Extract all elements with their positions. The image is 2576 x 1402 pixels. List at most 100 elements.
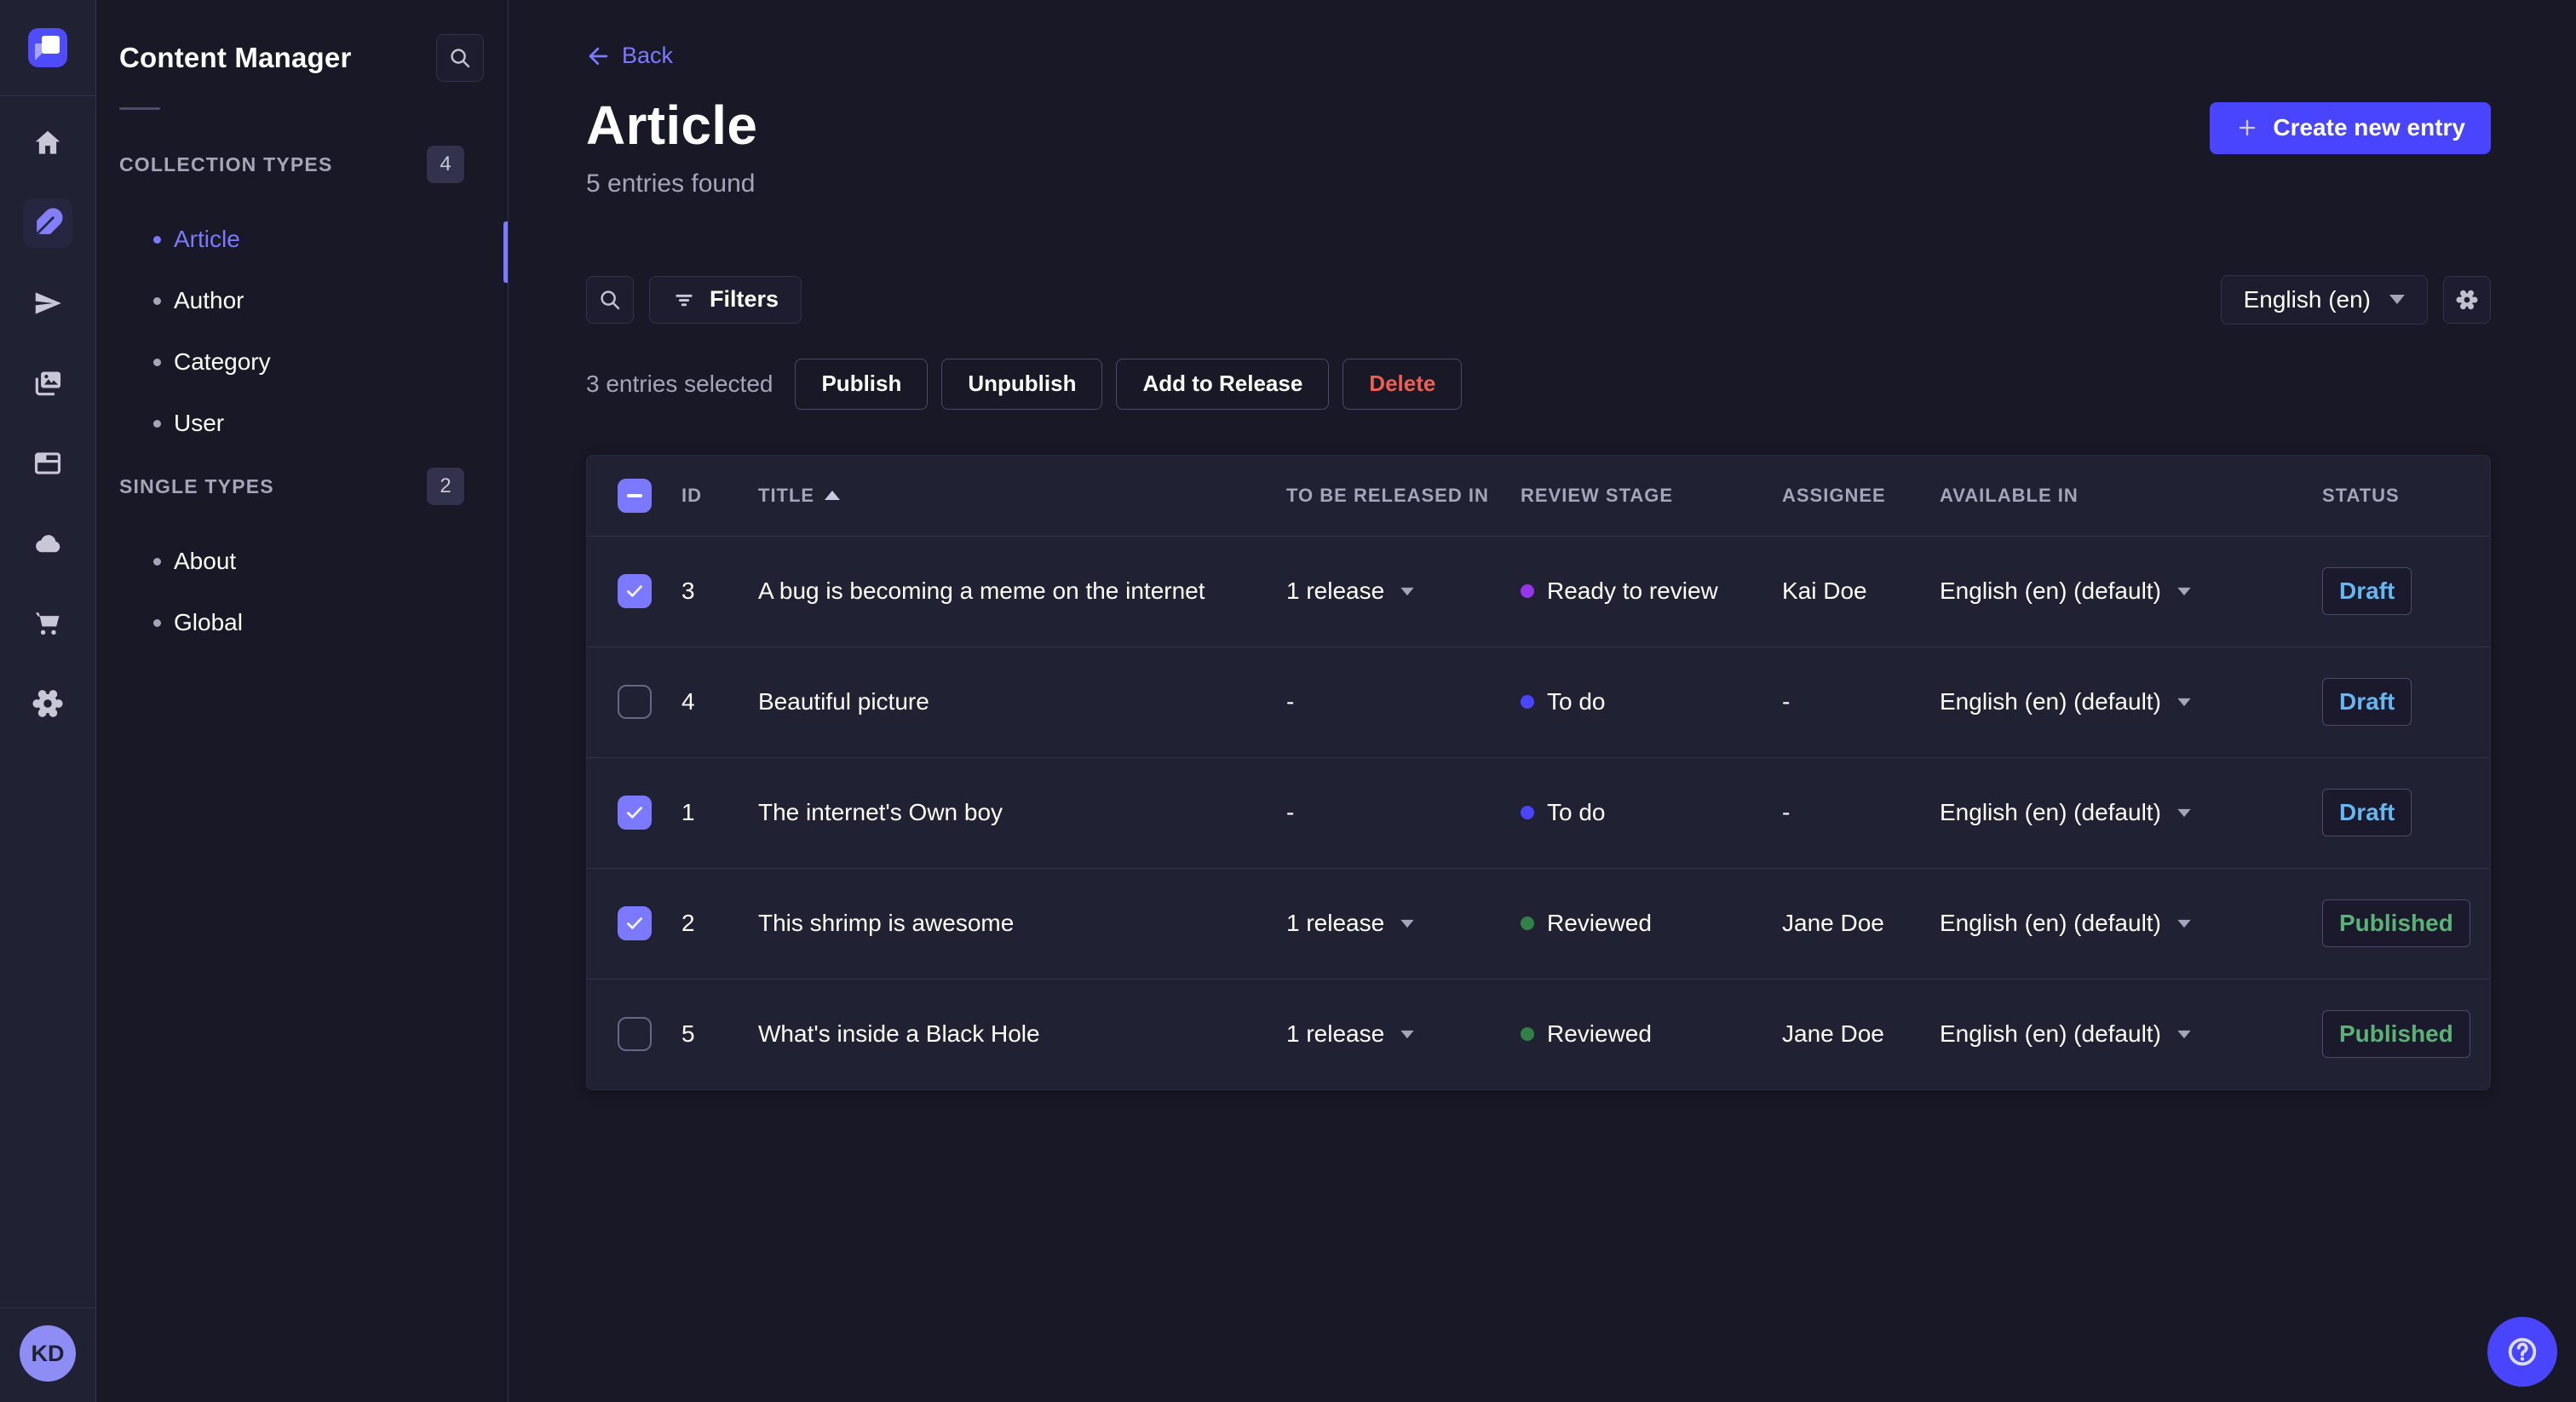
column-header-assignee[interactable]: ASSIGNEE	[1782, 485, 1940, 507]
media-library-icon[interactable]	[23, 359, 72, 408]
release-caret[interactable]	[1400, 919, 1414, 928]
table-row[interactable]: 1 The internet's Own boy - To do - Engli…	[587, 756, 2490, 868]
main-content: Back Article Create new entry 5 entries …	[509, 0, 2576, 1402]
row-release-cell[interactable]: -	[1286, 688, 1521, 715]
subnav-search-button[interactable]	[436, 34, 484, 82]
strapi-logo[interactable]	[0, 0, 95, 96]
subnav-item-article[interactable]: Article	[96, 209, 508, 270]
release-caret[interactable]	[1400, 587, 1414, 595]
content-manager-subnav: Content Manager COLLECTION TYPES 4 Artic…	[96, 0, 509, 1402]
row-available-in-cell[interactable]: English (en) (default)	[1940, 577, 2322, 605]
content-type-builder-icon[interactable]	[23, 439, 72, 488]
table-row[interactable]: 5 What's inside a Black Hole 1 release R…	[587, 978, 2490, 1089]
row-title[interactable]: What's inside a Black Hole	[758, 1020, 1286, 1048]
strapi-logo-icon[interactable]	[28, 28, 67, 67]
row-review-stage: Reviewed	[1547, 910, 1652, 936]
column-header-available-in[interactable]: AVAILABLE IN	[1940, 485, 2322, 507]
filters-button[interactable]: Filters	[649, 275, 802, 324]
column-header-review-stage[interactable]: REVIEW STAGE	[1521, 485, 1782, 507]
delete-button[interactable]: Delete	[1343, 358, 1463, 410]
status-badge: Published	[2322, 1010, 2470, 1058]
subnav-item-author[interactable]: Author	[96, 270, 508, 331]
subnav-item-user[interactable]: User	[96, 393, 508, 454]
row-available-in-cell[interactable]: English (en) (default)	[1940, 1020, 2322, 1048]
bullet-icon	[153, 296, 161, 305]
settings-icon[interactable]	[23, 679, 72, 728]
row-checkbox[interactable]	[618, 685, 652, 719]
section-count-badge: 2	[427, 468, 464, 505]
unpublish-button[interactable]: Unpublish	[941, 358, 1103, 410]
chevron-down-icon	[2389, 295, 2405, 304]
subnav-item-about[interactable]: About	[96, 531, 508, 592]
column-header-to-be-released-in[interactable]: TO BE RELEASED IN	[1286, 485, 1521, 507]
bullet-icon	[153, 419, 161, 428]
available-in-caret[interactable]	[2177, 808, 2191, 817]
select-all-checkbox[interactable]	[618, 478, 652, 513]
sort-asc-icon	[825, 491, 841, 500]
row-title[interactable]: The internet's Own boy	[758, 799, 1286, 826]
table-row[interactable]: 4 Beautiful picture - To do - English (e…	[587, 646, 2490, 757]
table-body: 3 A bug is becoming a meme on the intern…	[587, 535, 2490, 1089]
row-review-stage-cell: Ready to review	[1521, 577, 1782, 605]
row-review-stage: To do	[1547, 688, 1606, 715]
avatar[interactable]: KD	[20, 1325, 76, 1382]
create-new-entry-button[interactable]: Create new entry	[2210, 101, 2491, 154]
table-row[interactable]: 3 A bug is becoming a meme on the intern…	[587, 535, 2490, 646]
row-title[interactable]: A bug is becoming a meme on the internet	[758, 577, 1286, 605]
back-arrow-icon	[589, 47, 608, 65]
available-in-caret[interactable]	[2177, 587, 2191, 595]
question-circle-icon	[2508, 1337, 2537, 1366]
add-to-release-button[interactable]: Add to Release	[1116, 358, 1330, 410]
available-in-caret[interactable]	[2177, 698, 2191, 706]
column-header-title[interactable]: TITLE	[758, 485, 1286, 507]
row-review-stage-cell: Reviewed	[1521, 910, 1782, 937]
marketplace-icon[interactable]	[23, 599, 72, 648]
row-assignee: Jane Doe	[1782, 910, 1884, 936]
column-header-status[interactable]: STATUS	[2322, 485, 2490, 507]
row-checkbox[interactable]	[618, 906, 652, 940]
subnav-item-category[interactable]: Category	[96, 331, 508, 393]
row-available-in: English (en) (default)	[1940, 577, 2161, 604]
section-label: COLLECTION TYPES	[119, 152, 333, 175]
row-title[interactable]: Beautiful picture	[758, 688, 1286, 715]
available-in-caret[interactable]	[2177, 919, 2191, 928]
cloud-icon[interactable]	[23, 519, 72, 568]
subnav-item-label: User	[174, 410, 225, 436]
row-review-stage: To do	[1547, 799, 1606, 825]
row-release-cell[interactable]: 1 release	[1286, 910, 1521, 937]
row-release-cell[interactable]: 1 release	[1286, 1020, 1521, 1048]
back-link[interactable]: Back	[586, 43, 673, 69]
row-checkbox[interactable]	[618, 1017, 652, 1051]
available-in-caret[interactable]	[2177, 1030, 2191, 1038]
stage-dot	[1521, 806, 1534, 819]
row-available-in-cell[interactable]: English (en) (default)	[1940, 910, 2322, 937]
content-manager-icon[interactable]	[23, 198, 72, 248]
row-available-in-cell[interactable]: English (en) (default)	[1940, 799, 2322, 826]
view-settings-button[interactable]	[2443, 275, 2491, 324]
row-release-cell[interactable]: 1 release	[1286, 577, 1521, 605]
list-search-button[interactable]	[586, 275, 634, 324]
releases-icon[interactable]	[23, 279, 72, 328]
filter-icon	[676, 294, 693, 306]
row-assignee: Jane Doe	[1782, 1020, 1884, 1047]
home-icon[interactable]	[23, 118, 72, 168]
row-checkbox[interactable]	[618, 574, 652, 608]
help-button[interactable]	[2487, 1317, 2557, 1387]
row-title[interactable]: This shrimp is awesome	[758, 910, 1286, 937]
row-release-cell[interactable]: -	[1286, 799, 1521, 826]
section-label: SINGLE TYPES	[119, 474, 274, 497]
row-available-in-cell[interactable]: English (en) (default)	[1940, 688, 2322, 715]
bullet-icon	[153, 235, 161, 244]
subnav-item-label: About	[174, 548, 237, 574]
row-checkbox[interactable]	[618, 796, 652, 830]
subnav-list: About Global	[96, 531, 508, 653]
publish-button[interactable]: Publish	[795, 358, 929, 410]
locale-select[interactable]: English (en)	[2220, 274, 2428, 325]
subnav-item-label: Category	[174, 348, 271, 375]
row-available-in: English (en) (default)	[1940, 688, 2161, 715]
table-header-row: ID TITLE TO BE RELEASED IN REVIEW STAGE …	[587, 456, 2490, 536]
subnav-item-global[interactable]: Global	[96, 592, 508, 653]
column-header-id[interactable]: ID	[681, 485, 758, 507]
table-row[interactable]: 2 This shrimp is awesome 1 release Revie…	[587, 867, 2490, 979]
release-caret[interactable]	[1400, 1030, 1414, 1038]
